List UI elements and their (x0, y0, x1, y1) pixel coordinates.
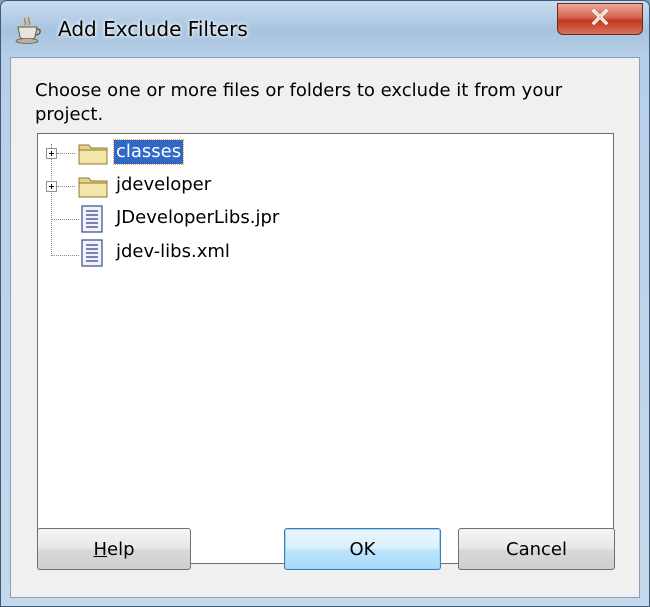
dialog-title: Add Exclude Filters (58, 17, 248, 41)
folder-icon (78, 174, 108, 198)
tree-item-jdev-libs-xml[interactable]: jdev-libs.xml (116, 240, 230, 264)
title-bar[interactable]: Add Exclude Filters (1, 1, 649, 57)
ok-label: OK (349, 538, 376, 560)
folder-icon (78, 141, 108, 165)
ok-button[interactable]: OK (284, 528, 441, 570)
tree-item-classes[interactable]: classes (112, 139, 185, 165)
dialog-window: Add Exclude Filters Choose one or more f… (0, 0, 650, 607)
help-label: elp (107, 538, 135, 560)
tree-connector (51, 255, 79, 256)
tree-connector (57, 153, 75, 154)
instruction-text: Choose one or more files or folders to e… (35, 80, 563, 125)
dialog-content: Choose one or more files or folders to e… (10, 57, 640, 598)
tree-connector (51, 219, 79, 220)
expand-icon[interactable] (46, 181, 57, 192)
expand-icon[interactable] (46, 148, 57, 159)
close-button[interactable] (557, 3, 643, 35)
cancel-button[interactable]: Cancel (458, 528, 615, 570)
tree-item-jdeveloperlibs-jpr[interactable]: JDeveloperLibs.jpr (116, 206, 279, 230)
tree-connector (57, 186, 75, 187)
java-cup-icon (13, 15, 43, 45)
tree-connector (51, 144, 52, 256)
tree-item-jdeveloper[interactable]: jdeveloper (116, 173, 211, 197)
help-button[interactable]: Help (37, 528, 191, 570)
file-icon (81, 239, 103, 267)
file-icon (81, 205, 103, 233)
help-mnemonic: H (93, 538, 108, 560)
cancel-label: Cancel (506, 538, 567, 560)
close-icon (590, 8, 610, 29)
file-tree[interactable]: classes jdeveloper JDeveloperLibs.jpr jd… (37, 133, 614, 564)
